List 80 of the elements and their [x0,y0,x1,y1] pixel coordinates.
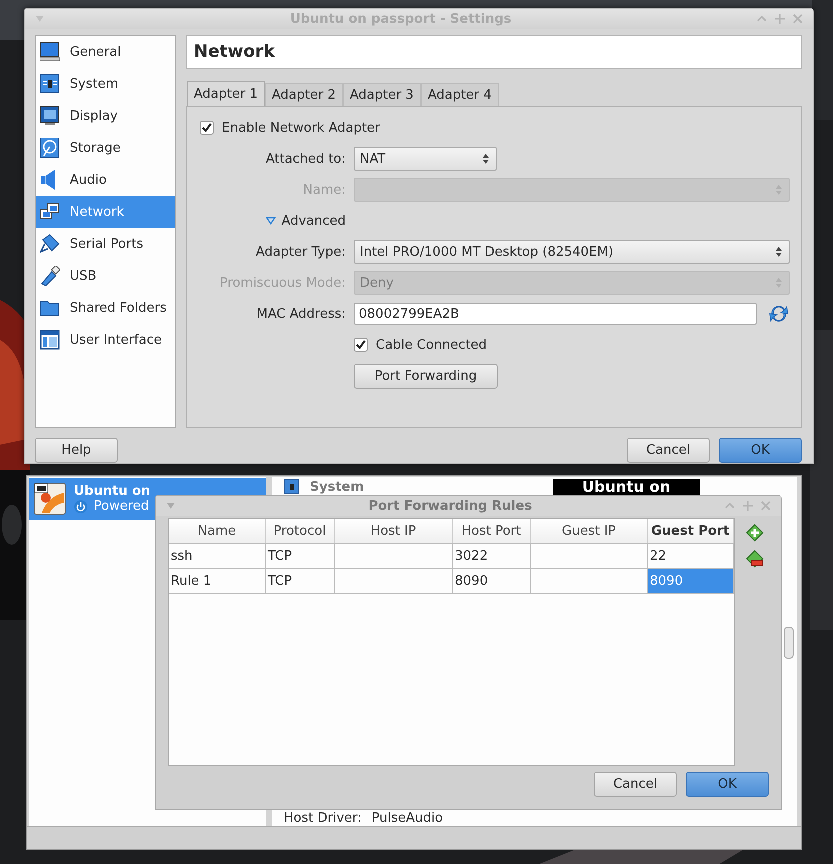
dialog-button[interactable]: OK [686,772,769,797]
monitor-icon [40,106,60,126]
tab[interactable]: Adapter 4 [420,83,499,106]
table-cell[interactable]: 3022 [453,544,531,568]
close-icon[interactable] [761,501,771,511]
column-header[interactable]: Guest Port [648,519,734,543]
menu-caret-icon[interactable] [166,502,176,510]
power-icon [74,500,88,514]
scrollbar[interactable] [784,627,794,659]
input-field[interactable]: 08002799EA2B [354,303,757,325]
table-cell[interactable]: Rule 1 [169,569,266,593]
field-label: MAC Address: [256,306,346,322]
expander-toggle[interactable]: Advanced [200,214,346,228]
dialog-button[interactable]: Cancel [594,772,677,797]
plug-icon [40,234,60,254]
section-title: System [310,480,364,494]
sidebar-item[interactable]: USB [36,260,175,292]
sidebar-item[interactable]: Serial Ports [36,228,175,260]
chip-icon [40,74,60,94]
detail-label: Host Driver: [284,811,362,826]
usb-plug-icon [40,266,60,286]
refresh-icon[interactable] [768,303,790,325]
sidebar-item[interactable]: Audio [36,164,175,196]
add-rule-icon[interactable] [745,523,765,543]
spinner-arrows-icon [775,184,783,196]
sidebar-item[interactable]: Storage [36,132,175,164]
dialog-button[interactable]: Help [35,438,118,463]
remove-rule-icon[interactable] [745,550,765,570]
column-header[interactable]: Host IP [335,519,453,543]
column-header[interactable]: Name [169,519,266,543]
vm-name: Ubuntu on [74,484,151,499]
dialog-title: Port Forwarding Rules [368,498,532,514]
checkbox-label[interactable]: Enable Network Adapter [222,120,380,136]
dropdown[interactable]: Intel PRO/1000 MT Desktop (82540EM) [354,240,790,264]
field-label: Name: [302,182,346,198]
spinner-arrows-icon [775,277,783,289]
spinner-arrows-icon [775,246,783,258]
sidebar-item[interactable]: General [36,36,175,68]
page-title: Network [186,35,802,69]
sidebar-item[interactable]: Display [36,100,175,132]
field-label: Attached to: [264,152,346,166]
sidebar-item[interactable]: Shared Folders [36,292,175,324]
sidebar-item[interactable]: User Interface [36,324,175,356]
table-cell[interactable]: TCP [266,569,335,593]
dialog-button[interactable]: OK [719,438,802,463]
triangle-down-icon [266,217,276,225]
tab[interactable]: Adapter 3 [342,83,421,106]
spinner-arrows-icon [482,153,490,165]
column-header[interactable]: Host Port [453,519,531,543]
laptop-icon [40,42,60,62]
tab[interactable]: Adapter 1 [187,81,265,106]
checkbox[interactable] [354,338,368,352]
chip-icon [284,479,300,495]
close-icon[interactable] [793,14,803,24]
network-icon [40,202,60,222]
table-cell[interactable]: 22 [648,544,734,568]
table-cell[interactable]: 8090 [453,569,531,593]
minimize-icon[interactable] [725,501,735,511]
vm-state: Powered [94,499,150,514]
maximize-icon[interactable] [743,501,753,511]
field-label: Promiscuous Mode: [219,276,346,290]
os-logo-icon [34,483,66,515]
detail-value: PulseAudio [372,811,444,826]
minimize-icon[interactable] [757,14,767,24]
column-header[interactable]: Guest IP [531,519,648,543]
field-label: Adapter Type: [255,244,346,260]
menu-caret-icon[interactable] [35,15,45,23]
checkbox-label[interactable]: Cable Connected [376,338,488,352]
column-header[interactable]: Protocol [266,519,335,543]
dropdown[interactable]: NAT [354,147,497,171]
checkbox[interactable] [200,121,214,135]
maximize-icon[interactable] [775,14,785,24]
preview-text: Ubuntu on [553,479,700,495]
tab[interactable]: Adapter 2 [264,83,343,106]
table-cell[interactable]: TCP [266,544,335,568]
window-icon [40,330,60,350]
sidebar-item[interactable]: System [36,68,175,100]
port-forwarding-button[interactable]: Port Forwarding [354,364,498,388]
dialog-button[interactable]: Cancel [627,438,710,463]
table-cell[interactable]: ssh [169,544,266,568]
